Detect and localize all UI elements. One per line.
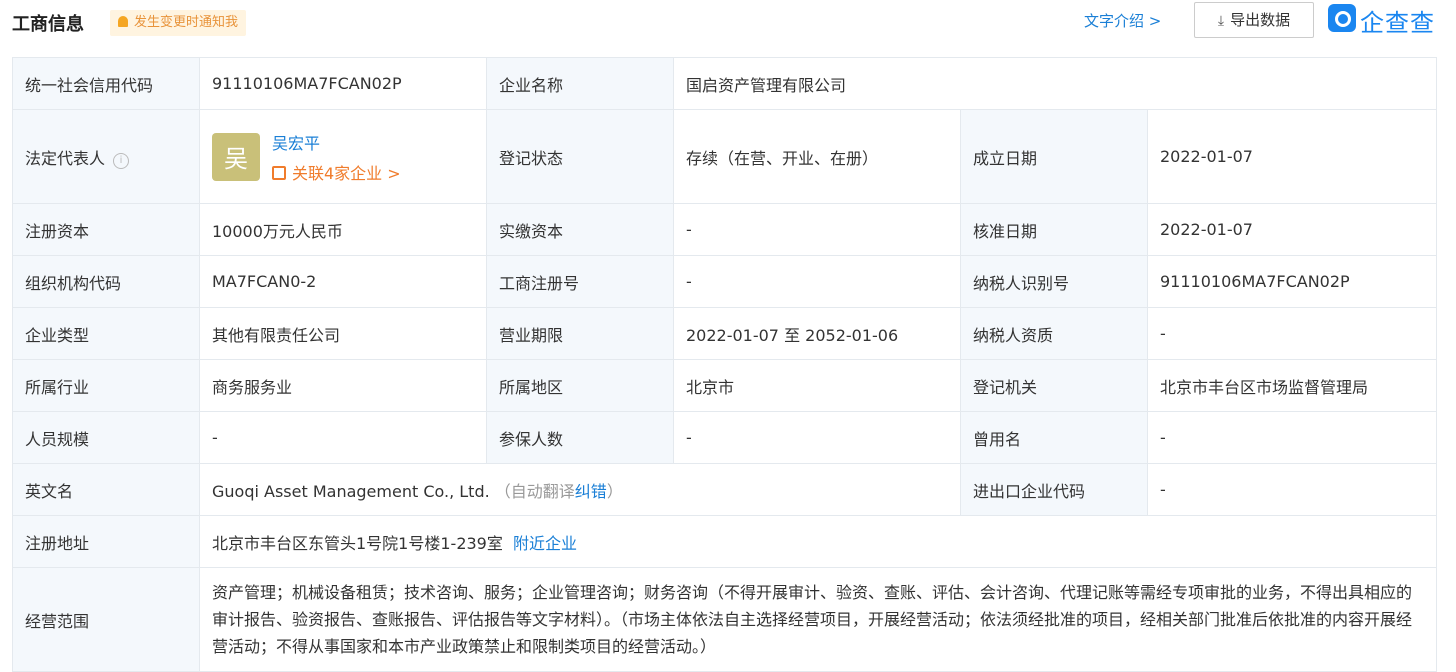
company-type-label: 企业类型 [12, 307, 200, 360]
download-icon: ⤓ [1217, 13, 1225, 29]
insured-count-value: - [673, 411, 961, 464]
former-name-label: 曾用名 [960, 411, 1148, 464]
staff-size-value: - [199, 411, 487, 464]
table-row: 英文名 Guoqi Asset Management Co., Ltd. （自动… [12, 463, 1437, 516]
english-name-label: 英文名 [12, 463, 200, 516]
taxpayer-qual-label: 纳税人资质 [960, 307, 1148, 360]
approval-date-value: 2022-01-07 [1147, 203, 1437, 256]
table-row: 注册资本 10000万元人民币 实缴资本 - 核准日期 2022-01-07 [12, 203, 1437, 256]
reg-address-label: 注册地址 [12, 515, 200, 568]
company-name-value: 国启资产管理有限公司 [673, 57, 1437, 110]
approval-date-label: 核准日期 [960, 203, 1148, 256]
region-label: 所属地区 [486, 359, 674, 412]
reg-number-label: 工商注册号 [486, 255, 674, 308]
reg-capital-label: 注册资本 [12, 203, 200, 256]
export-label: 导出数据 [1230, 11, 1291, 29]
export-data-button[interactable]: ⤓ 导出数据 [1194, 2, 1314, 38]
legal-rep-name-link[interactable]: 吴宏平 [272, 130, 401, 154]
business-scope-label: 经营范围 [12, 567, 200, 672]
taxpayer-qual-value: - [1147, 307, 1437, 360]
reg-address-cell: 北京市丰台区东管头1号院1号楼1-239室 附近企业 [199, 515, 1437, 568]
reg-capital-value: 10000万元人民币 [199, 203, 487, 256]
region-value: 北京市 [673, 359, 961, 412]
paid-capital-value: - [673, 203, 961, 256]
ie-code-label: 进出口企业代码 [960, 463, 1148, 516]
company-type-value: 其他有限责任公司 [199, 307, 487, 360]
table-row: 经营范围 资产管理；机械设备租赁；技术咨询、服务；企业管理咨询；财务咨询（不得开… [12, 567, 1437, 672]
related-companies-link[interactable]: 关联4家企业 > [272, 160, 401, 184]
reg-status-value: 存续（在营、开业、在册） [673, 109, 961, 204]
industry-value: 商务服务业 [199, 359, 487, 412]
logo-icon [1328, 4, 1356, 32]
english-name-value: Guoqi Asset Management Co., Ltd. [212, 481, 490, 501]
network-icon [272, 165, 286, 180]
taxpayer-id-value: 91110106MA7FCAN02P [1147, 255, 1437, 308]
table-row: 法定代表人 i 吴 吴宏平 关联4家企业 > 登记状态 存续（在营、开业、在册） … [12, 109, 1437, 204]
table-row: 统一社会信用代码 91110106MA7FCAN02P 企业名称 国启资产管理有… [12, 57, 1437, 110]
avatar[interactable]: 吴 [212, 132, 260, 181]
legal-rep-label-cell: 法定代表人 i [12, 109, 200, 204]
company-name-label: 企业名称 [486, 57, 674, 110]
logo-text: 企查查 [1360, 9, 1435, 37]
related-companies-label: 关联4家企业 > [292, 163, 401, 183]
section-title: 工商信息 [12, 14, 84, 35]
table-row: 组织机构代码 MA7FCAN0-2 工商注册号 - 纳税人识别号 9111010… [12, 255, 1437, 308]
english-name-cell: Guoqi Asset Management Co., Ltd. （自动翻译纠错… [199, 463, 961, 516]
org-code-value: MA7FCAN0-2 [199, 255, 487, 308]
section-header: 工商信息 发生变更时通知我 文字介绍 > ⤓ 导出数据 企查查 [0, 0, 1456, 48]
staff-size-label: 人员规模 [12, 411, 200, 464]
business-scope-value: 资产管理；机械设备租赁；技术咨询、服务；企业管理咨询；财务咨询（不得开展审计、验… [199, 567, 1437, 672]
former-name-value: - [1147, 411, 1437, 464]
table-row: 注册地址 北京市丰台区东管头1号院1号楼1-239室 附近企业 [12, 515, 1437, 568]
reg-authority-label: 登记机关 [960, 359, 1148, 412]
text-intro-link[interactable]: 文字介绍 > [1084, 10, 1161, 31]
industry-label: 所属行业 [12, 359, 200, 412]
uscc-label: 统一社会信用代码 [12, 57, 200, 110]
paid-capital-label: 实缴资本 [486, 203, 674, 256]
table-row: 人员规模 - 参保人数 - 曾用名 - [12, 411, 1437, 464]
business-term-value: 2022-01-07 至 2052-01-06 [673, 307, 961, 360]
nearby-companies-link[interactable]: 附近企业 [513, 534, 577, 553]
table-row: 所属行业 商务服务业 所属地区 北京市 登记机关 北京市丰台区市场监督管理局 [12, 359, 1437, 412]
reg-address-value: 北京市丰台区东管头1号院1号楼1-239室 [212, 533, 503, 553]
business-info-table: 统一社会信用代码 91110106MA7FCAN02P 企业名称 国启资产管理有… [12, 57, 1437, 672]
table-row: 企业类型 其他有限责任公司 营业期限 2022-01-07 至 2052-01-… [12, 307, 1437, 360]
bell-icon [118, 16, 128, 27]
est-date-label: 成立日期 [960, 109, 1148, 204]
correct-link[interactable]: 纠错 [575, 482, 607, 501]
uscc-value: 91110106MA7FCAN02P [199, 57, 487, 110]
change-notify-button[interactable]: 发生变更时通知我 [110, 10, 247, 36]
business-term-label: 营业期限 [486, 307, 674, 360]
auto-translate-close: ） [606, 481, 623, 501]
info-icon[interactable]: i [113, 152, 130, 169]
auto-translate-note: （自动翻译 [494, 481, 575, 501]
org-code-label: 组织机构代码 [12, 255, 200, 308]
est-date-value: 2022-01-07 [1147, 109, 1437, 204]
notify-label: 发生变更时通知我 [134, 15, 239, 30]
taxpayer-id-label: 纳税人识别号 [960, 255, 1148, 308]
ie-code-value: - [1147, 463, 1437, 516]
reg-status-label: 登记状态 [486, 109, 674, 204]
reg-number-value: - [673, 255, 961, 308]
insured-count-label: 参保人数 [486, 411, 674, 464]
legal-rep-label: 法定代表人 [25, 148, 106, 168]
reg-authority-value: 北京市丰台区市场监督管理局 [1147, 359, 1437, 412]
legal-rep-cell: 吴 吴宏平 关联4家企业 > [199, 109, 487, 204]
